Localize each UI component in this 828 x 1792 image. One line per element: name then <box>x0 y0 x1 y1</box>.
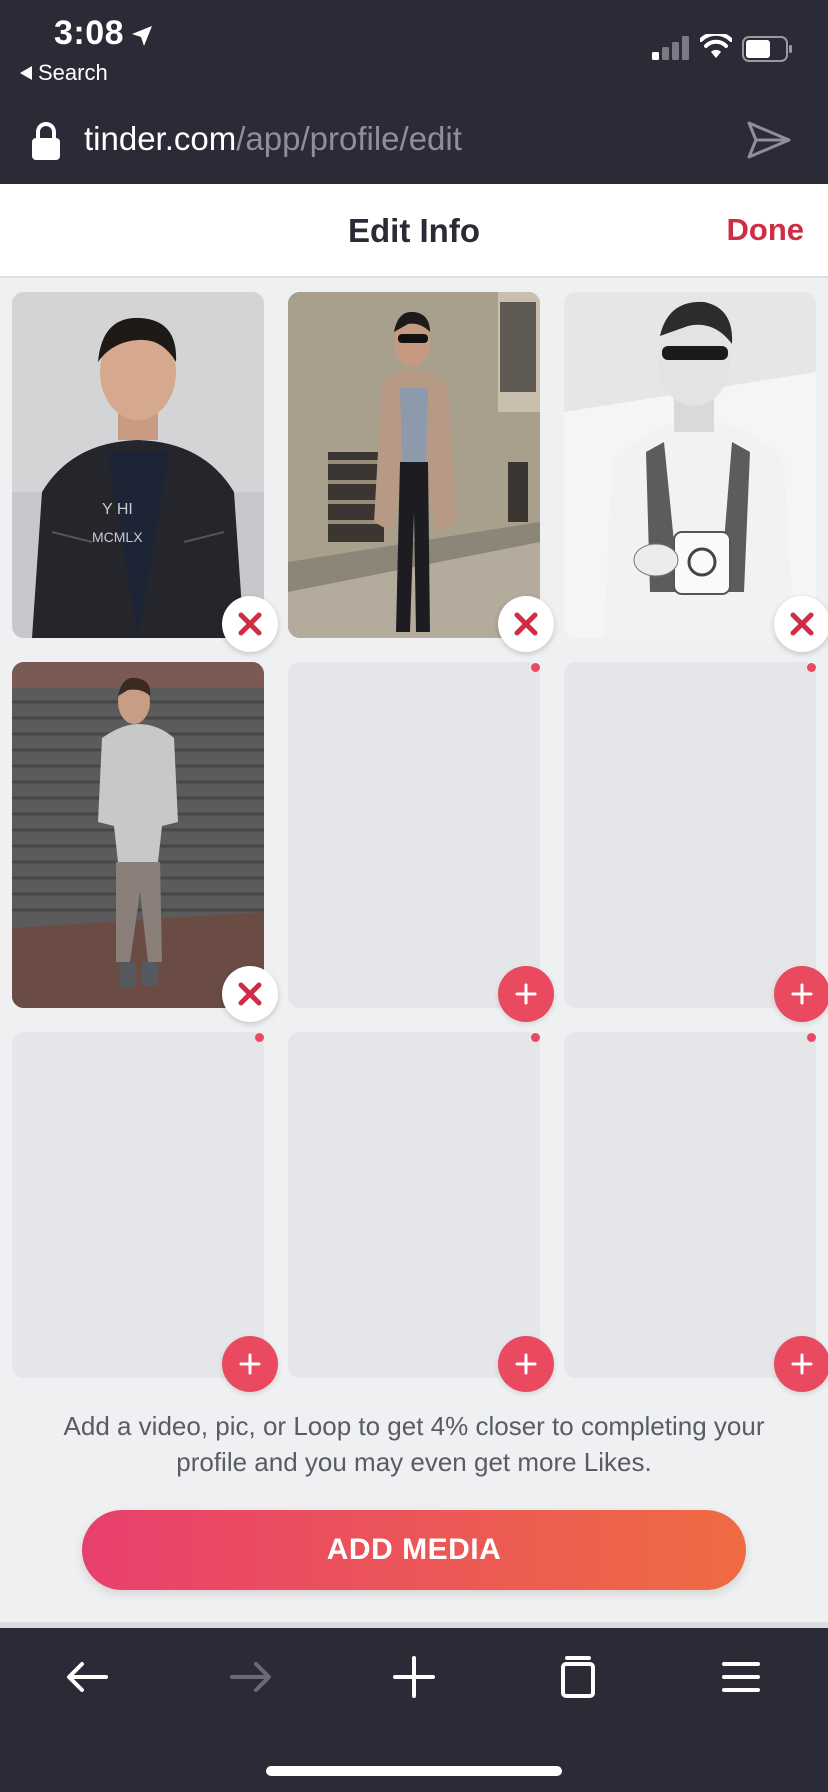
done-button[interactable]: Done <box>727 212 805 248</box>
media-slot-5-empty[interactable] <box>288 662 540 1008</box>
back-triangle-icon <box>20 66 32 80</box>
media-slot-7-empty[interactable] <box>12 1032 264 1378</box>
profile-completion-hint: Add a video, pic, or Loop to get 4% clos… <box>63 1411 765 1477</box>
home-indicator <box>266 1766 562 1776</box>
page-title: Edit Info <box>348 212 480 249</box>
close-x-icon <box>790 612 814 636</box>
location-arrow-icon <box>132 26 152 46</box>
back-arrow-icon[interactable] <box>62 1652 112 1702</box>
media-slot-6-empty[interactable] <box>564 662 816 1008</box>
back-to-search-link[interactable]: Search <box>20 60 108 86</box>
remove-photo-button[interactable] <box>222 596 278 652</box>
close-x-icon <box>238 612 262 636</box>
plus-icon <box>791 1353 813 1375</box>
add-media-slot-button[interactable] <box>498 966 554 1022</box>
add-media-slot-button[interactable] <box>774 1336 828 1392</box>
url-path: /app/profile/edit <box>236 120 462 157</box>
add-media-slot-button[interactable] <box>498 1336 554 1392</box>
profile-photo-street-coat <box>288 292 540 638</box>
cellular-signal-icon <box>652 36 689 60</box>
battery-icon <box>742 36 792 62</box>
media-slot-3-photo[interactable] <box>564 292 816 638</box>
media-slot-9-empty[interactable] <box>564 1032 816 1378</box>
status-time: 3:08 <box>54 14 125 52</box>
wifi-icon <box>700 34 732 58</box>
plus-icon <box>239 1353 261 1375</box>
slot-indicator-dot <box>255 1033 264 1042</box>
tabs-icon[interactable] <box>553 1652 603 1702</box>
edit-info-page: Edit Info Done Y HI MCMLX Add a video, p… <box>0 184 828 1628</box>
close-x-icon <box>514 612 538 636</box>
status-bar: 3:08 Search <box>0 0 828 96</box>
slot-indicator-dot <box>807 1033 816 1042</box>
plus-icon <box>515 1353 537 1375</box>
lock-icon <box>32 122 60 160</box>
media-slot-2-photo[interactable] <box>288 292 540 638</box>
profile-photo-black-white-mug <box>564 292 816 638</box>
plus-icon <box>515 983 537 1005</box>
add-media-slot-button[interactable] <box>774 966 828 1022</box>
svg-text:MCMLX: MCMLX <box>92 529 143 545</box>
back-search-label: Search <box>38 60 108 85</box>
media-slot-8-empty[interactable] <box>288 1032 540 1378</box>
profile-photo-hoodie-shutter <box>12 662 264 1008</box>
close-x-icon <box>238 982 262 1006</box>
media-slot-1-photo[interactable]: Y HI MCMLX <box>12 292 264 638</box>
remove-photo-button[interactable] <box>774 596 828 652</box>
media-slot-4-photo[interactable] <box>12 662 264 1008</box>
browser-toolbar <box>0 1628 828 1792</box>
svg-text:Y HI: Y HI <box>102 501 133 518</box>
profile-photo-leather-jacket: Y HI MCMLX <box>12 292 264 638</box>
page-header: Edit Info Done <box>0 184 828 278</box>
forward-arrow-icon[interactable] <box>226 1652 276 1702</box>
url-domain: tinder.com <box>84 120 237 157</box>
menu-icon[interactable] <box>716 1652 766 1702</box>
new-tab-plus-icon[interactable] <box>389 1652 439 1702</box>
send-share-icon[interactable] <box>746 120 792 160</box>
slot-indicator-dot <box>807 663 816 672</box>
remove-photo-button[interactable] <box>222 966 278 1022</box>
add-media-slot-button[interactable] <box>222 1336 278 1392</box>
url-field[interactable]: tinder.com/app/profile/edit <box>84 120 462 158</box>
plus-icon <box>791 983 813 1005</box>
slot-indicator-dot <box>531 1033 540 1042</box>
remove-photo-button[interactable] <box>498 596 554 652</box>
add-media-button[interactable]: ADD MEDIA <box>82 1510 746 1590</box>
slot-indicator-dot <box>531 663 540 672</box>
